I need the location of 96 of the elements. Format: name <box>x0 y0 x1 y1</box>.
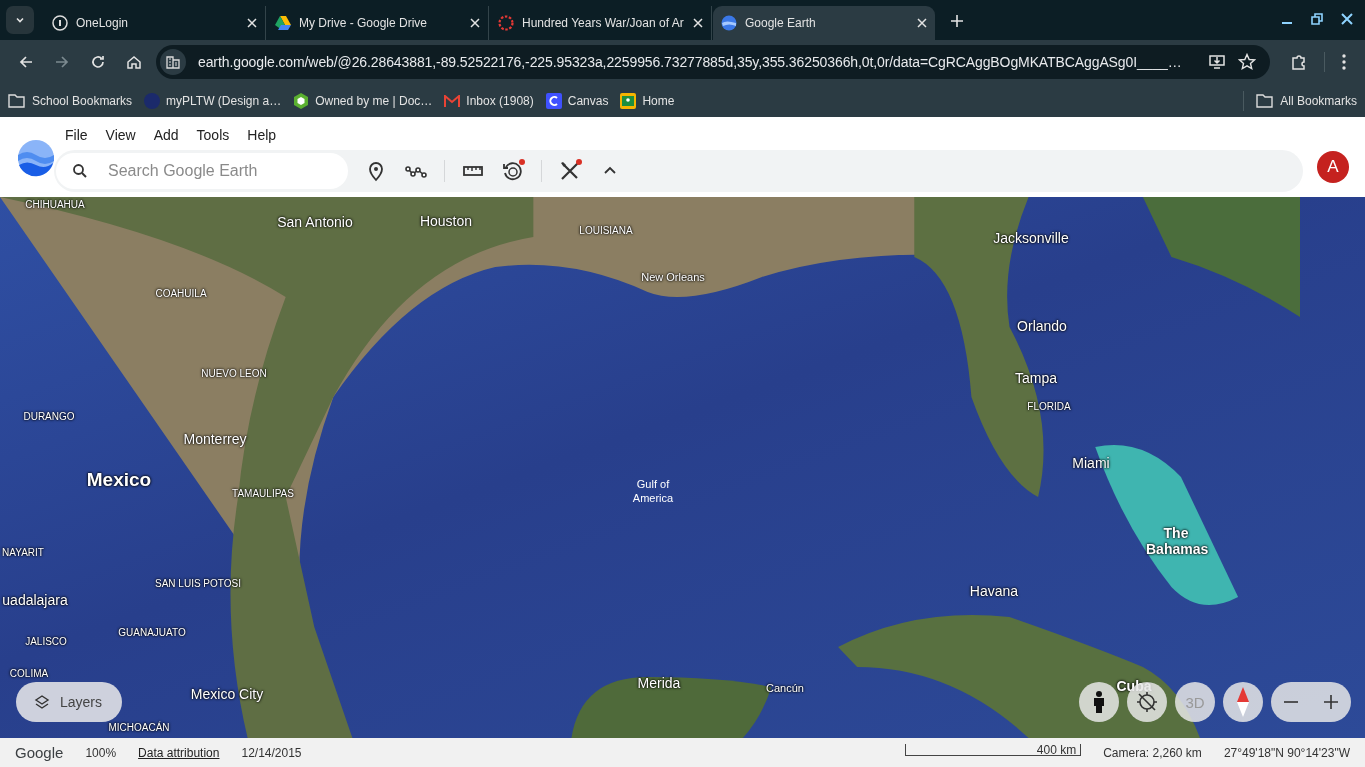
url-text: earth.google.com/web/@26.28643881,-89.52522176,-225.95323a,2259956.73277885d,35y,355.36250366h,0t,0r/data=CgRCAggBOgMKATBCAggASg0I____… <box>198 54 1183 70</box>
city-label: Havana <box>969 583 1019 599</box>
earth-logo-icon <box>17 139 55 177</box>
triangle-icon <box>275 15 291 31</box>
city-label: Mexico City <box>190 686 264 702</box>
coordinates: 27°49'18"N 90°14'23"W <box>1223 745 1350 760</box>
person-icon <box>1092 691 1106 713</box>
browser-tab[interactable]: Google Earth <box>713 6 935 40</box>
country-label: The Bahamas <box>1146 524 1206 558</box>
install-app-icon[interactable] <box>1208 54 1226 70</box>
region-label: COAHUILA <box>155 287 207 299</box>
star-icon[interactable] <box>1238 53 1256 71</box>
history-globe-icon[interactable] <box>501 159 525 183</box>
region-label: MICHOACÁN <box>108 721 170 733</box>
back-arrow-icon[interactable] <box>18 54 34 70</box>
zoom-percentage: 100% <box>85 745 117 760</box>
compass-button[interactable] <box>1223 682 1263 722</box>
water-label: Gulf of America <box>631 476 675 506</box>
account-avatar[interactable]: A <box>1317 151 1349 183</box>
search-field[interactable]: Search Google Earth <box>106 161 332 181</box>
close-icon[interactable] <box>1340 12 1354 26</box>
globe-icon <box>721 15 737 31</box>
city-label: Tampa <box>1015 370 1057 386</box>
search-icon <box>72 163 88 179</box>
region-label: CHIHUAHUA <box>25 198 85 210</box>
close-icon[interactable] <box>470 18 480 28</box>
menu-item[interactable]: Tools <box>196 127 248 143</box>
puzzle-icon[interactable] <box>1290 53 1308 71</box>
camera-altitude: Camera: 2,260 km <box>1103 745 1202 760</box>
bookmark[interactable]: myPLTW (Design a… <box>144 92 282 109</box>
reload-icon[interactable] <box>90 54 106 70</box>
close-icon[interactable] <box>247 18 257 28</box>
google-logo: Google <box>15 744 64 761</box>
forward-arrow-icon[interactable] <box>54 54 70 70</box>
bookmark[interactable]: Canvas <box>545 92 609 109</box>
tab-title: Google Earth <box>745 16 817 30</box>
city-label: Jacksonville <box>993 230 1069 246</box>
tab-title: Hundred Years War/Joan of Ar <box>522 16 685 30</box>
bookmark[interactable]: Home <box>620 92 675 109</box>
bookmark[interactable]: School Bookmarks <box>8 92 133 109</box>
menu-item[interactable]: Help <box>247 127 295 143</box>
board-icon <box>620 92 637 109</box>
city-label: Cancún <box>766 682 804 694</box>
address-bar[interactable]: earth.google.com/web/@26.28643881,-89.52522176,-225.95323a,2259956.73277885d,35y,355.36250366h,0t,0r/data=CgRCAggBOgMKATBCAggASg0I____… <box>156 45 1270 79</box>
layers-icon <box>34 694 50 710</box>
ring-icon <box>498 15 514 31</box>
region-label: NAYARIT <box>2 546 44 558</box>
menu-icon[interactable] <box>1341 53 1347 71</box>
region-label: TAMAULIPAS <box>232 487 294 499</box>
imagery-date: 12/14/2015 <box>241 745 302 760</box>
tab-title: My Drive - Google Drive <box>299 16 429 30</box>
region-label: JALISCO <box>25 635 67 647</box>
compass-needle-icon <box>1236 687 1250 717</box>
region-label: FLORIDA <box>1027 400 1071 412</box>
region-label: COLIMA <box>9 667 49 679</box>
site-info-button[interactable] <box>160 49 186 75</box>
data-attribution-link[interactable]: Data attribution <box>138 745 220 760</box>
country-label: Mexico <box>86 469 152 491</box>
crossed-target-icon <box>1135 690 1159 714</box>
letter-c-icon <box>545 92 562 109</box>
scale-bar: 400 km <box>905 743 1082 756</box>
close-icon[interactable] <box>917 18 927 28</box>
menu-item[interactable]: File <box>65 127 106 143</box>
city-label: Orlando <box>1017 318 1067 334</box>
bookmark[interactable]: Inbox (1908) <box>444 93 534 108</box>
bookmark[interactable]: Owned by me | Doc… <box>293 92 433 109</box>
region-label: DURANGO <box>23 410 75 422</box>
number-one-icon <box>52 15 68 31</box>
envelope-icon <box>444 94 461 107</box>
folder-icon <box>8 92 26 109</box>
city-label: Monterrey <box>183 431 247 447</box>
menu-item[interactable]: View <box>105 127 154 143</box>
region-label: NUEVO LEON <box>201 367 267 379</box>
search-box[interactable]: Search Google Earth <box>56 153 348 189</box>
home-icon[interactable] <box>126 54 142 70</box>
zoom-in-icon[interactable] <box>1322 693 1340 711</box>
hexagon-icon <box>293 92 310 109</box>
city-label: Miami <box>1072 455 1110 471</box>
all-bookmarks-button[interactable]: All Bookmarks <box>1256 92 1357 109</box>
city-label: Houston <box>419 213 473 229</box>
plus-icon[interactable] <box>950 14 964 28</box>
city-label: San Antonio <box>277 214 353 230</box>
folder-icon <box>1256 92 1275 109</box>
region-label: SAN LUIS POTOSI <box>155 577 241 589</box>
region-label: GUANAJUATO <box>118 626 186 638</box>
layers-button[interactable]: Layers <box>16 682 122 722</box>
city-label: uadalajara <box>2 592 68 608</box>
city-label: New Orleans <box>641 271 705 283</box>
city-label: Merida <box>637 675 681 691</box>
building-icon <box>166 55 180 69</box>
restore-icon[interactable] <box>1310 12 1324 26</box>
menu-item[interactable]: Add <box>153 127 197 143</box>
region-label: LOUISIANA <box>579 224 633 236</box>
close-icon[interactable] <box>693 18 703 28</box>
round-logo-icon <box>144 92 161 109</box>
tab-title: OneLogin <box>76 16 130 30</box>
